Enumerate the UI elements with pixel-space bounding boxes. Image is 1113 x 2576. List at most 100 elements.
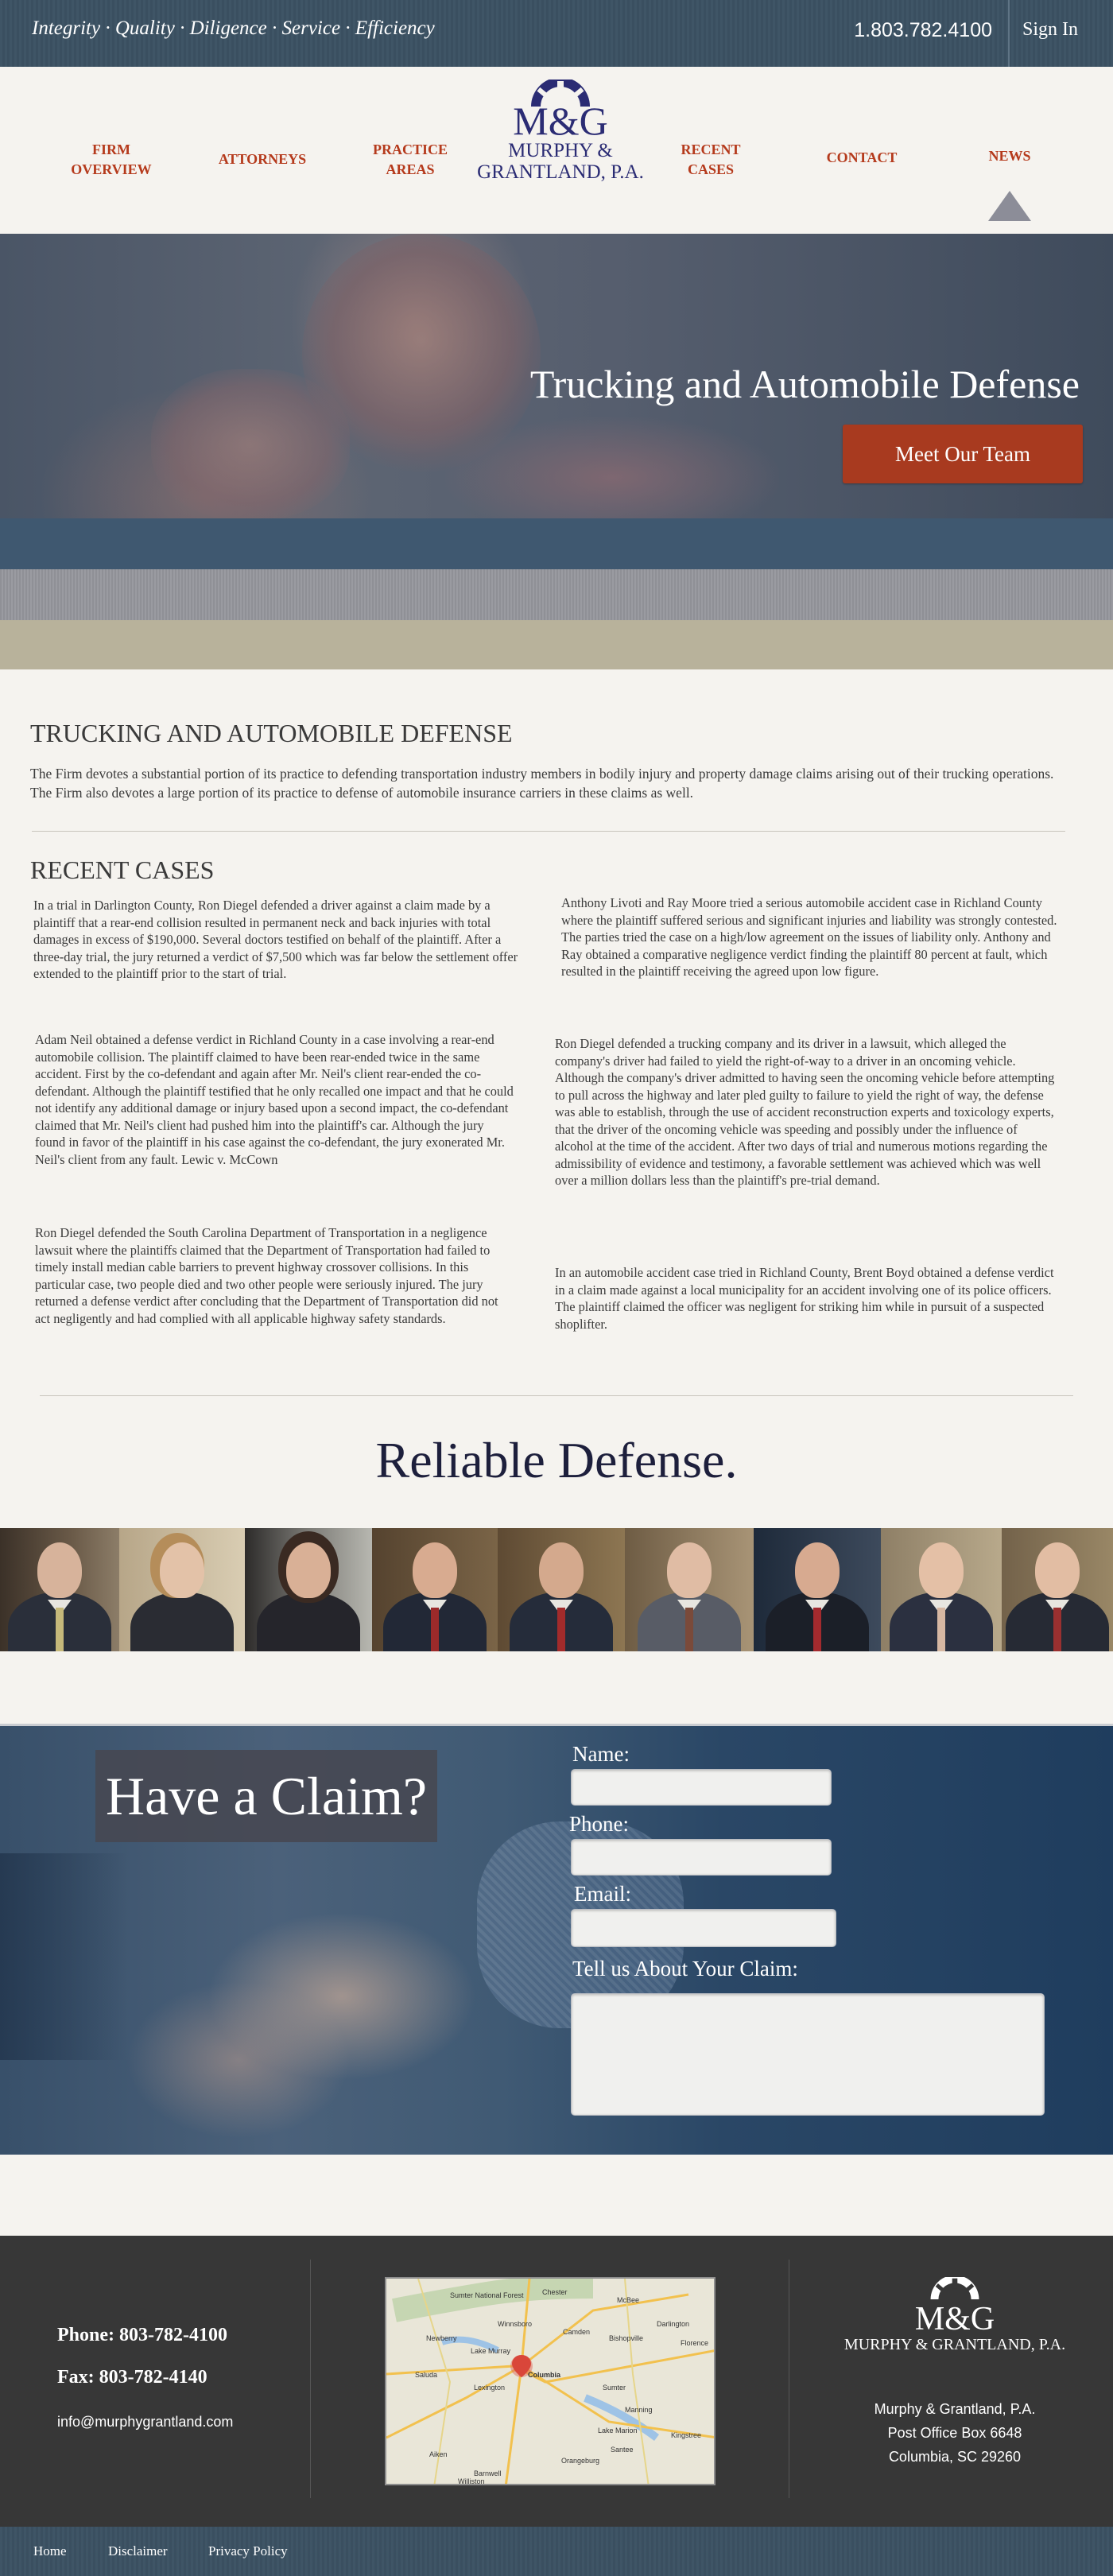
intro-paragraph: The Firm devotes a substantial portion o… <box>30 766 1054 801</box>
footer-address-line: Post Office Box 6648 <box>887 2425 1022 2441</box>
nav-contact[interactable]: CONTACT <box>814 148 909 168</box>
phone-label: Phone: <box>569 1812 630 1836</box>
nav-firm-overview-line2: OVERVIEW <box>71 161 152 177</box>
map-label: Lake Murray <box>471 2347 511 2355</box>
decorative-stripe-blue <box>0 518 1113 569</box>
footer: Phone: 803-782-4100 Fax: 803-782-4140 in… <box>0 2236 1113 2527</box>
claim-details-label: Tell us About Your Claim: <box>572 1957 798 1980</box>
logo-mark: M&G <box>513 99 608 143</box>
footer-logo[interactable]: M&G MURPHY & GRANTLAND, P.A. <box>824 2275 1086 2354</box>
footer-address-line: Murphy & Grantland, P.A. <box>874 2401 1036 2417</box>
map-label: Manning <box>625 2406 653 2414</box>
case-item: Anthony Livoti and Ray Moore tried a ser… <box>561 895 1057 979</box>
attorney-photo[interactable] <box>0 1528 119 1651</box>
attorney-photo[interactable] <box>754 1528 881 1651</box>
case-item: In an automobile accident case tried in … <box>555 1265 1054 1332</box>
footer-fax: Fax: 803-782-4140 <box>57 2367 207 2388</box>
footer-logo-arch-icon <box>930 2275 979 2299</box>
site-logo[interactable]: M&G MURPHY & GRANTLAND, P.A. <box>461 80 660 207</box>
email-input[interactable] <box>571 1909 836 1947</box>
section-heading-recent-cases: RECENT CASES <box>30 855 215 884</box>
attorney-photo[interactable] <box>119 1528 245 1651</box>
footer-link-disclaimer[interactable]: Disclaimer <box>108 2543 168 2559</box>
footer-logo-mark: M&G <box>914 2301 995 2337</box>
map-label: Bishopville <box>609 2334 644 2342</box>
decorative-stripe-gray <box>0 569 1113 620</box>
map-label: Saluda <box>415 2371 438 2379</box>
email-label: Email: <box>574 1882 631 1906</box>
map-label: Winnsboro <box>498 2320 533 2328</box>
case-item: Ron Diegel defended a trucking company a… <box>555 1036 1055 1188</box>
case-item: Adam Neil obtained a defense verdict in … <box>35 1032 514 1167</box>
bottom-bar: Home Disclaimer Privacy Policy <box>0 2527 1113 2576</box>
case-item: In a trial in Darlington County, Ron Die… <box>33 898 518 981</box>
divider <box>32 831 1065 832</box>
map-label: Sumter <box>603 2384 626 2392</box>
footer-logo-name: MURPHY & GRANTLAND, P.A. <box>843 2336 1066 2353</box>
footer-divider <box>310 2260 311 2498</box>
claim-title: Have a Claim? <box>105 1766 428 1826</box>
footer-address-line: Columbia, SC 29260 <box>888 2449 1022 2465</box>
claim-photo-cuff <box>0 1853 127 2060</box>
name-input[interactable] <box>571 1769 832 1806</box>
map-label: Darlington <box>657 2320 690 2328</box>
map-label: Chester <box>542 2288 568 2296</box>
nav-firm-overview-line1: FIRM <box>92 142 130 157</box>
team-photo-strip <box>0 1528 1113 1651</box>
location-map[interactable]: Sumter National Forest Columbia Camden B… <box>385 2277 716 2485</box>
attorney-photo[interactable] <box>625 1528 754 1651</box>
header-divider <box>1008 0 1010 67</box>
divider <box>40 1395 1073 1396</box>
map-label: Santee <box>611 2446 634 2454</box>
header-phone[interactable]: 1.803.782.4100 <box>854 19 992 42</box>
footer-phone[interactable]: Phone: 803-782-4100 <box>57 2325 227 2346</box>
map-label: Aiken <box>429 2450 448 2458</box>
case-item: Ron Diegel defended the South Carolina D… <box>35 1225 498 1326</box>
claim-title-box: Have a Claim? <box>95 1750 437 1842</box>
attorney-photo[interactable] <box>372 1528 498 1651</box>
nav-practice-areas-line1: PRACTICE <box>372 142 448 157</box>
attorney-photo[interactable] <box>881 1528 1002 1651</box>
map-label: Lake Marion <box>598 2427 638 2434</box>
map-label: Florence <box>681 2339 709 2347</box>
nav-practice-areas-line2: AREAS <box>386 161 435 177</box>
map-label: Williston <box>458 2477 485 2485</box>
map-label: Sumter National Forest <box>450 2291 524 2299</box>
footer-email-link[interactable]: info@murphygrantland.com <box>57 2414 233 2431</box>
attorney-photo[interactable] <box>245 1528 372 1651</box>
hero-photo-shirt <box>445 417 779 518</box>
map-label: Orangeburg <box>561 2457 600 2465</box>
nav-practice-areas[interactable]: PRACTICE AREAS <box>363 140 458 180</box>
attorney-photo[interactable] <box>498 1528 625 1651</box>
nav-firm-overview[interactable]: FIRM OVERVIEW <box>64 140 159 180</box>
map-label: McBee <box>617 2296 640 2304</box>
map-label: Kingstree <box>671 2431 702 2439</box>
decorative-stripe-tan <box>0 620 1113 669</box>
scroll-up-arrow-icon[interactable] <box>988 191 1031 221</box>
logo-line1: MURPHY & <box>508 140 613 161</box>
nav-recent-cases-line1: RECENT <box>681 142 741 157</box>
nav-attorneys[interactable]: ATTORNEYS <box>207 149 318 169</box>
footer-link-privacy-policy[interactable]: Privacy Policy <box>208 2543 288 2559</box>
map-label: Camden <box>563 2328 591 2336</box>
hero-banner: Trucking and Automobile Defense Meet Our… <box>0 234 1113 520</box>
nav-recent-cases-line2: CASES <box>687 161 735 177</box>
top-bar: Integrity · Quality · Diligence · Servic… <box>0 0 1113 67</box>
sign-in-link[interactable]: Sign In <box>1022 19 1078 41</box>
map-label: Lexington <box>474 2384 506 2392</box>
section-heading-trucking: TRUCKING AND AUTOMOBILE DEFENSE <box>30 719 513 747</box>
attorney-photo[interactable] <box>1002 1528 1113 1651</box>
map-label: Newberry <box>426 2334 457 2342</box>
nav-recent-cases[interactable]: RECENT CASES <box>663 140 758 180</box>
hero-photo-hand <box>151 369 350 520</box>
meet-our-team-button[interactable]: Meet Our Team <box>843 425 1083 483</box>
nav-news[interactable]: NEWS <box>962 146 1057 166</box>
logo-line2: GRANTLAND, P.A. <box>477 161 644 183</box>
hero-title: Trucking and Automobile Defense <box>529 362 1080 406</box>
name-label: Name: <box>572 1742 630 1766</box>
map-label: Barnwell <box>474 2469 502 2477</box>
map-label: Columbia <box>528 2371 561 2379</box>
footer-link-home[interactable]: Home <box>33 2543 67 2559</box>
phone-input[interactable] <box>571 1839 832 1876</box>
claim-details-textarea[interactable] <box>571 1993 1045 2116</box>
